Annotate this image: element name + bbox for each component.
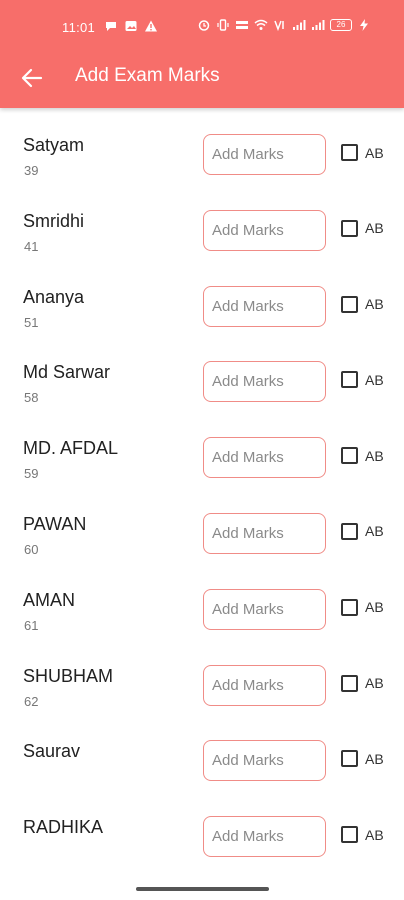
student-roll-number: 58: [24, 390, 39, 406]
marks-input[interactable]: [203, 740, 326, 782]
absent-toggle[interactable]: AB: [341, 598, 384, 616]
absent-checkbox[interactable]: [341, 371, 358, 389]
absent-toggle[interactable]: AB: [341, 750, 384, 768]
chat-bubble-icon: [106, 22, 116, 31]
charging-icon: [360, 19, 368, 31]
image-icon: [125, 21, 137, 31]
student-name: PAWAN: [23, 513, 87, 534]
data-speed-icon: [236, 21, 248, 29]
absent-toggle[interactable]: AB: [341, 447, 384, 465]
student-row: MD. AFDAL 59 AB: [0, 420, 404, 496]
absent-checkbox[interactable]: [341, 674, 358, 692]
notification-icons: [104, 19, 158, 33]
student-roll-number: 39: [24, 163, 39, 178]
warning-icon: [145, 20, 157, 32]
student-row: Satyam 39 AB: [0, 117, 404, 193]
status-bar: 11:01 26: [0, 0, 404, 56]
student-name: AMAN: [23, 589, 76, 610]
absent-label: AB: [365, 599, 384, 616]
marks-input[interactable]: [203, 134, 326, 175]
student-name: Ananya: [23, 286, 85, 307]
student-roll-number: 62: [24, 693, 39, 709]
student-roll-number: 60: [24, 541, 39, 557]
signal-1-icon: [293, 20, 306, 30]
absent-label: AB: [365, 750, 384, 767]
absent-toggle[interactable]: AB: [341, 295, 384, 313]
absent-checkbox[interactable]: [341, 219, 358, 237]
student-name: Satyam: [23, 135, 85, 155]
app-bar: 11:01 26 Add Exam Marks: [0, 0, 404, 108]
student-roll-number: 41: [24, 238, 39, 254]
absent-checkbox[interactable]: [341, 750, 358, 768]
absent-toggle[interactable]: AB: [341, 144, 384, 161]
absent-toggle[interactable]: AB: [341, 219, 384, 237]
vibrate-icon: [217, 19, 229, 31]
student-roll-number: 61: [24, 617, 39, 633]
marks-input[interactable]: [203, 512, 326, 554]
student-name: MD. AFDAL: [23, 438, 119, 459]
absent-label: AB: [365, 675, 384, 692]
absent-toggle[interactable]: AB: [341, 826, 384, 844]
absent-label: AB: [365, 371, 384, 388]
student-roll-number: 51: [24, 314, 39, 330]
absent-toggle[interactable]: AB: [341, 371, 384, 389]
page-title: Add Exam Marks: [75, 65, 220, 86]
student-name: Smridhi: [23, 210, 85, 231]
marks-input[interactable]: [203, 816, 326, 858]
student-row: RADHIKA AB: [0, 799, 404, 875]
system-icons: 26: [197, 18, 371, 32]
student-row: SHUBHAM 62 AB: [0, 648, 404, 724]
marks-input[interactable]: [203, 209, 326, 251]
home-indicator[interactable]: [136, 887, 269, 891]
add-exam-marks-screen: 11:01 26 Add Exam Marks Satyam 39 Add Ma…: [0, 0, 404, 900]
absent-label: AB: [365, 296, 384, 313]
back-button[interactable]: [14, 62, 50, 94]
absent-checkbox[interactable]: [341, 826, 358, 844]
status-time: 11:01: [62, 20, 96, 35]
student-row: Smridhi 41 AB: [0, 193, 404, 269]
marks-input[interactable]: [203, 437, 326, 479]
absent-label: AB: [365, 826, 384, 843]
absent-label: AB: [365, 220, 384, 237]
wifi-icon: [254, 19, 268, 30]
marks-input[interactable]: [203, 588, 326, 630]
marks-input[interactable]: [203, 664, 326, 706]
absent-label: AB: [365, 447, 384, 464]
student-list[interactable]: Satyam39ABSmridhi41ABAnanya51ABMd Sarwar…: [0, 117, 404, 875]
absent-checkbox[interactable]: [341, 598, 358, 616]
student-row: Ananya 51 AB: [0, 269, 404, 345]
student-row: PAWAN 60 AB: [0, 496, 404, 572]
battery-icon: 26: [330, 19, 352, 31]
student-name: Saurav: [23, 741, 81, 762]
student-name: RADHIKA: [23, 817, 104, 838]
absent-label: AB: [365, 523, 384, 540]
student-name: Md Sarwar: [23, 362, 111, 383]
absent-checkbox[interactable]: [341, 522, 358, 540]
absent-toggle[interactable]: AB: [341, 522, 384, 540]
volte-icon: [274, 20, 284, 32]
student-row: AMAN 61 AB: [0, 572, 404, 648]
toolbar: Add Exam Marks: [0, 56, 404, 100]
absent-toggle[interactable]: AB: [341, 674, 384, 692]
absent-checkbox[interactable]: [341, 144, 358, 161]
student-row: Saurav AB: [0, 723, 404, 799]
student-roll-number: 59: [24, 466, 39, 482]
absent-label: AB: [365, 144, 384, 161]
marks-input[interactable]: [203, 361, 326, 403]
student-name: SHUBHAM: [23, 665, 114, 686]
alarm-icon: [198, 20, 210, 31]
signal-2-icon: [312, 20, 325, 30]
absent-checkbox[interactable]: [341, 295, 358, 313]
absent-checkbox[interactable]: [341, 447, 358, 465]
student-row: Md Sarwar 58 AB: [0, 344, 404, 420]
marks-input[interactable]: [203, 285, 326, 327]
arrow-back-icon: [21, 68, 43, 88]
